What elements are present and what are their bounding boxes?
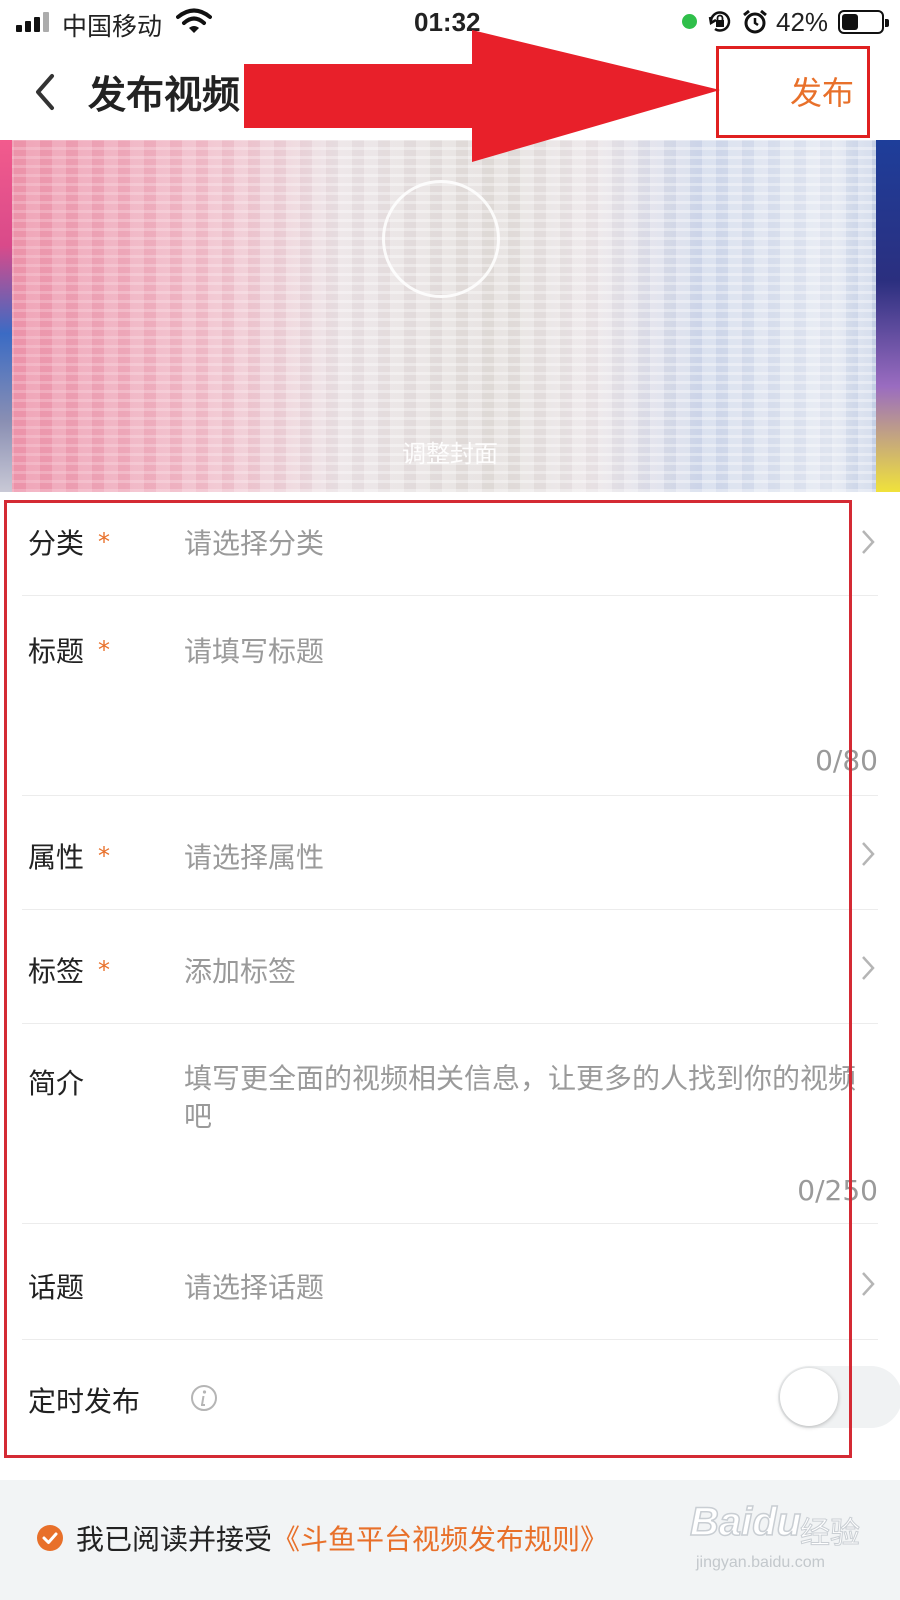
tags-select[interactable]: 添加标签 [184, 950, 296, 990]
alarm-icon [743, 9, 767, 34]
agreement-bar: 我已阅读并接受《斗鱼平台视频发布规则》 Baidu 经验 jingyan.bai… [0, 1480, 900, 1600]
title-char-count: 0/80 [815, 744, 878, 777]
annotation-arrow-icon [244, 30, 720, 162]
required-mark: * [98, 528, 110, 556]
active-dot-icon [682, 14, 697, 29]
toggle-knob [780, 1368, 838, 1426]
annotation-box-publish [716, 46, 870, 138]
category-select[interactable]: 请选择分类 [184, 522, 324, 562]
chevron-right-icon [862, 530, 875, 554]
scheduled-publish-row: 定时发布 [22, 1340, 900, 1454]
chevron-right-icon [862, 842, 875, 866]
description-input[interactable]: 填写更全面的视频相关信息，让更多的人找到你的视频吧 [184, 1060, 864, 1136]
attribute-row[interactable]: 属性 * 请选择属性 [22, 796, 878, 910]
watermark-logo-suffix: 经验 [800, 1516, 861, 1552]
chevron-left-icon[interactable] [30, 72, 60, 112]
watermark-logo: Baidu [689, 1499, 802, 1545]
attribute-select[interactable]: 请选择属性 [184, 836, 324, 876]
watermark-url: jingyan.baidu.com [696, 1554, 825, 1571]
description-row[interactable]: 简介 填写更全面的视频相关信息，让更多的人找到你的视频吧 0/250 [22, 1024, 878, 1224]
title-input[interactable]: 请填写标题 [184, 630, 324, 670]
wifi-icon [176, 8, 212, 33]
scheduled-publish-label: 定时发布 [28, 1385, 141, 1418]
required-mark: * [98, 842, 110, 870]
cover-play-icon [382, 180, 500, 298]
battery-percent: 42% [776, 7, 829, 37]
baidu-watermark: Baidu 经验 jingyan.baidu.com [689, 1499, 890, 1590]
agreement-text: 我已阅读并接受《斗鱼平台视频发布规则》 [76, 1518, 608, 1558]
description-label: 简介 [28, 1067, 85, 1100]
topic-row[interactable]: 话题 请选择话题 [22, 1224, 878, 1340]
chevron-right-icon [862, 1272, 875, 1296]
topic-select[interactable]: 请选择话题 [184, 1266, 324, 1306]
attribute-label: 属性 [28, 841, 85, 874]
carrier-name: 中国移动 [62, 12, 163, 41]
tags-label: 标签 [28, 955, 85, 988]
battery-icon [838, 10, 889, 34]
page-title: 发布视频 [88, 73, 241, 117]
signal-icon [16, 12, 52, 32]
scheduled-publish-toggle[interactable] [778, 1366, 900, 1428]
check-circle-icon[interactable] [36, 1524, 64, 1552]
title-row[interactable]: 标题 * 请填写标题 0/80 [22, 596, 878, 796]
category-label: 分类 [28, 527, 85, 560]
title-label: 标题 [28, 635, 85, 668]
info-icon[interactable] [190, 1384, 218, 1412]
required-mark: * [98, 636, 110, 664]
required-mark: * [98, 956, 110, 984]
tags-row[interactable]: 标签 * 添加标签 [22, 910, 878, 1024]
description-char-count: 0/250 [797, 1174, 878, 1207]
agreement-label: 我已阅读并接受 [76, 1523, 273, 1556]
chevron-right-icon [862, 956, 875, 980]
publish-rules-link[interactable]: 《斗鱼平台视频发布规则》 [272, 1523, 608, 1556]
topic-label: 话题 [28, 1271, 85, 1304]
adjust-cover-button[interactable]: 调整封面 [0, 434, 900, 469]
category-row[interactable]: 分类 * 请选择分类 [22, 504, 878, 596]
